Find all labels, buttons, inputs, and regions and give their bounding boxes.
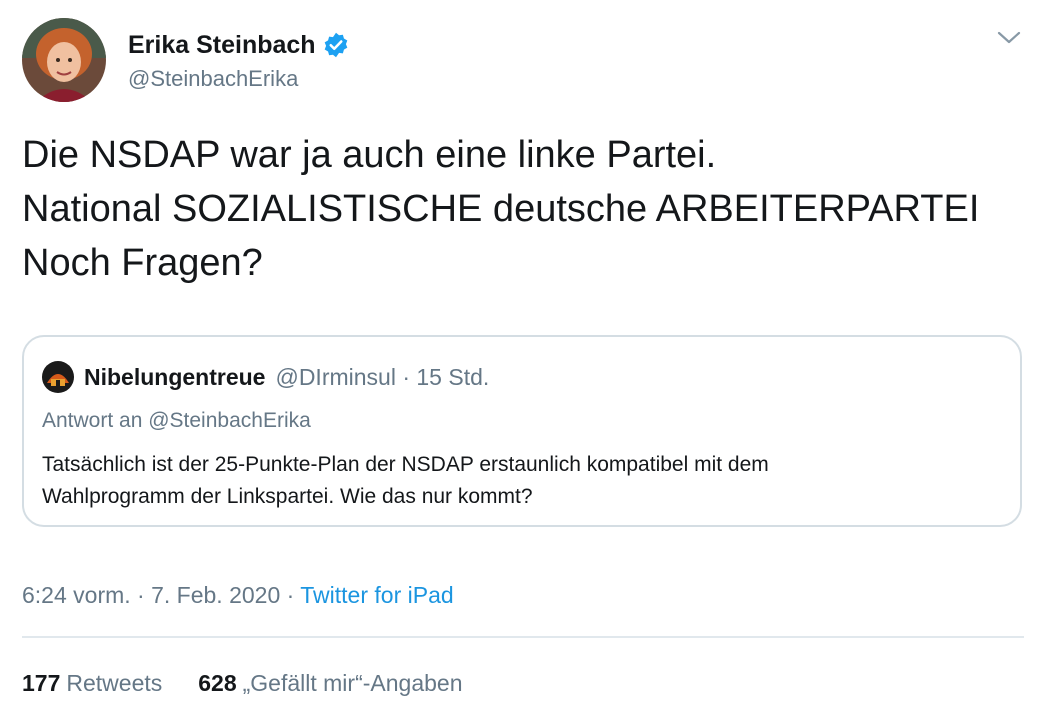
likes-label: „Gefällt mir“-Angaben [242,670,463,696]
display-name-row: Erika Steinbach [128,28,350,62]
retweets-count: 177 [22,670,61,696]
display-name[interactable]: Erika Steinbach [128,31,316,60]
source-link[interactable]: Twitter for iPad [300,582,453,608]
quoted-text-line: Tatsächlich ist der 25-Punkte-Plan der N… [42,453,769,476]
likes-count: 628 [198,670,237,696]
quoted-tweet[interactable]: Nibelungentreue @DIrminsul · 15 Std. Ant… [22,335,1022,527]
quoted-avatar [42,361,74,393]
author-info: Erika Steinbach @SteinbachErika [128,28,350,92]
tweet-text-line: National SOZIALISTISCHE deutsche ARBEITE… [22,188,980,230]
avatar[interactable] [22,18,106,102]
tweet-header: Erika Steinbach @SteinbachErika [22,18,1022,108]
timestamp[interactable]: 6:24 vorm. · 7. Feb. 2020 · [22,582,300,608]
engagement-stats: 177 Retweets 628 „Gefällt mir“-Angaben [22,670,498,697]
quoted-reply-to: Antwort an @SteinbachErika [42,409,311,432]
quoted-display-name: Nibelungentreue [84,363,266,390]
quoted-text-line: Wahlprogramm der Linkspartei. Wie das nu… [42,485,533,508]
retweets-stat[interactable]: 177 Retweets [22,670,162,697]
tweet-card: Erika Steinbach @SteinbachErika Die NSDA… [0,0,1046,724]
quoted-tweet-text: Tatsächlich ist der 25-Punkte-Plan der N… [42,449,1002,513]
verified-badge-icon [322,31,350,59]
retweets-label: Retweets [66,670,163,696]
quoted-tweet-header: Nibelungentreue @DIrminsul · 15 Std. [42,361,489,393]
tweet-text-line: Noch Fragen? [22,242,263,284]
tweet-text: Die NSDAP war ja auch eine linke Partei.… [22,128,1012,290]
quoted-handle-time: @DIrminsul · 15 Std. [275,363,490,390]
tweet-meta: 6:24 vorm. · 7. Feb. 2020 · Twitter for … [22,582,454,609]
chevron-down-icon[interactable] [996,30,1022,46]
handle[interactable]: @SteinbachErika [128,66,350,92]
tweet-text-line: Die NSDAP war ja auch eine linke Partei. [22,134,717,176]
divider [22,636,1024,638]
likes-stat[interactable]: 628 „Gefällt mir“-Angaben [198,670,462,697]
